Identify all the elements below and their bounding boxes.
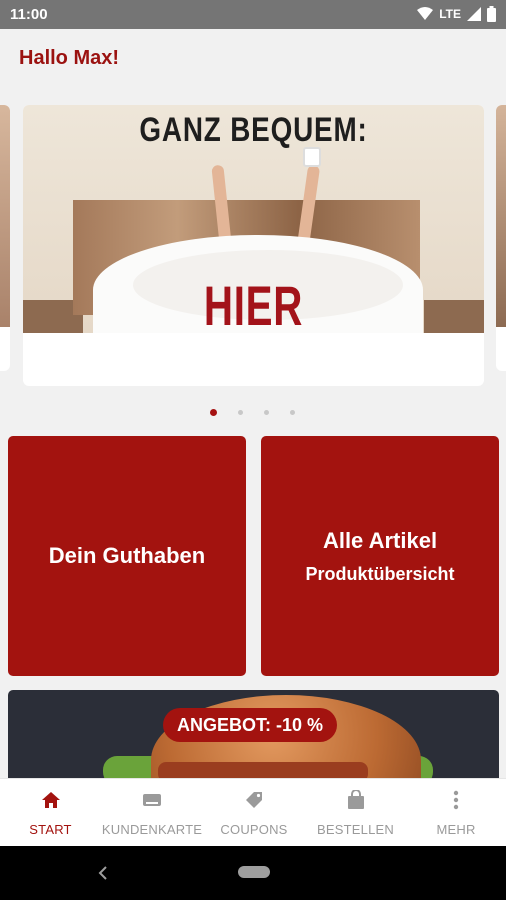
carousel-card[interactable]: GANZ BEQUEM: HIER BESTELLEN! [23, 105, 484, 386]
banner-cta: HIER BESTELLEN! [203, 274, 304, 333]
nav-coupons[interactable]: COUPONS [203, 779, 305, 847]
nav-mehr[interactable]: MEHR [406, 779, 506, 847]
offer-card[interactable]: ANGEBOT: -10 % [8, 690, 499, 778]
carousel-dot-1[interactable] [210, 409, 217, 416]
card-icon [142, 789, 162, 811]
all-products-tile[interactable]: Alle Artikel Produktübersicht [261, 436, 499, 676]
carousel-dot-2[interactable] [238, 410, 243, 415]
nav-mehr-label: MEHR [436, 822, 476, 837]
shopping-bag-icon [347, 789, 365, 811]
bottom-navigation: START KUNDENKARTE COUPONS BESTELLEN MEHR [0, 778, 506, 846]
all-products-tile-title: Alle Artikel [322, 527, 438, 553]
tag-icon [244, 789, 264, 811]
nav-kundenkarte-label: KUNDENKARTE [101, 822, 203, 837]
nav-coupons-label: COUPONS [220, 822, 288, 837]
all-products-tile-subtitle: Produktübersicht [305, 563, 455, 584]
balance-tile-title: Dein Guthaben [48, 543, 206, 568]
wifi-icon [417, 7, 434, 20]
nav-bestellen-label: BESTELLEN [317, 822, 394, 837]
offer-badge: ANGEBOT: -10 % [163, 708, 338, 742]
carousel-dot-3[interactable] [264, 410, 269, 415]
greeting-title: Hallo Max! [19, 47, 120, 69]
battery-icon [487, 6, 496, 22]
banner-image: GANZ BEQUEM: HIER BESTELLEN! [23, 105, 484, 333]
status-bar: 11:00 LTE [0, 0, 506, 29]
carousel-dot-4[interactable] [290, 410, 295, 415]
more-vertical-icon [453, 789, 459, 811]
network-type: LTE [439, 7, 461, 21]
balance-tile[interactable]: Dein Guthaben [8, 436, 246, 676]
system-navigation-bar [0, 846, 506, 900]
back-icon[interactable] [97, 863, 109, 888]
status-icons: LTE [417, 6, 496, 22]
status-time: 11:00 [10, 6, 48, 23]
nav-kundenkarte[interactable]: KUNDENKARTE [101, 779, 203, 847]
nav-start-label: START [29, 822, 72, 837]
banner-headline: GANZ BEQUEM: [139, 111, 368, 149]
signal-icon [467, 7, 481, 21]
nav-bestellen[interactable]: BESTELLEN [305, 779, 406, 847]
carousel-next-card[interactable] [496, 105, 506, 371]
carousel-pagination [0, 408, 506, 418]
home-pill[interactable] [238, 866, 270, 878]
promo-carousel[interactable]: GANZ BEQUEM: HIER BESTELLEN! [0, 92, 506, 416]
nav-start[interactable]: START [0, 779, 101, 847]
carousel-prev-card[interactable] [0, 105, 10, 371]
home-icon [41, 789, 61, 811]
